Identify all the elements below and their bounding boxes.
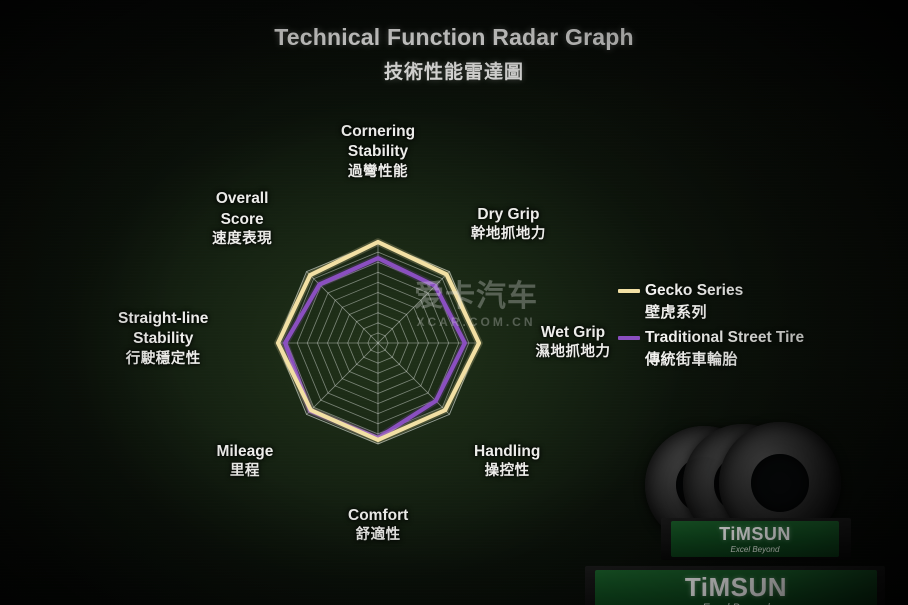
legend-item: Traditional Street Tire [618,329,868,347]
line-swatch-icon [618,289,640,293]
presentation-slide: Technical Function Radar Graph 技術性能雷達圖 C… [0,0,908,605]
legend-item-label-en: Traditional Street Tire [645,329,805,346]
line-swatch-icon [618,336,640,340]
legend-item-label-zh: 傳統街車輪胎 [645,351,739,368]
legend-item-label-en: Gecko Series [645,282,744,299]
legend-item: Gecko Series [618,282,868,300]
legend-item-label-zh: 壁虎系列 [645,304,708,321]
chart-legend: Gecko Series 壁虎系列 Traditional Street Tire 傳… [618,282,868,376]
